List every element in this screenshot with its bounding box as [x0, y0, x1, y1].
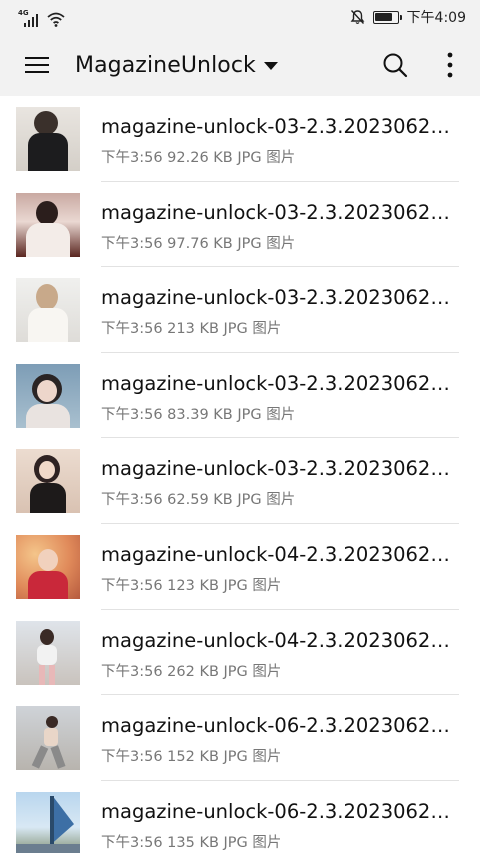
file-thumbnail: [16, 791, 80, 853]
mute-bell-icon: [350, 10, 364, 24]
file-thumbnail: [16, 278, 80, 343]
dropdown-caret-icon: [263, 62, 278, 70]
file-list-item[interactable]: magazine-unlock-03-2.3.2023062906 下午3:56…: [0, 182, 480, 268]
file-meta: 下午3:56 152 KB JPG 图片: [101, 749, 282, 766]
file-name: magazine-unlock-04-2.3.2023062906: [101, 628, 461, 652]
file-name: magazine-unlock-04-2.3.2023062906: [101, 542, 461, 566]
file-meta: 下午3:56 135 KB JPG 图片: [101, 834, 282, 851]
file-thumbnail: [16, 107, 80, 171]
file-list-item[interactable]: magazine-unlock-03-2.3.2023062906 下午3:56…: [0, 267, 480, 353]
status-bar: 4G 下午4:09: [0, 0, 480, 34]
file-name: magazine-unlock-03-2.3.2023062906: [101, 457, 461, 481]
file-meta: 下午3:56 213 KB JPG 图片: [101, 321, 282, 338]
file-list-item[interactable]: magazine-unlock-06-2.3.2023062906 下午3:56…: [0, 695, 480, 781]
file-list-item[interactable]: magazine-unlock-06-2.3.2023062906 下午3:56…: [0, 781, 480, 853]
file-list-item[interactable]: magazine-unlock-03-2.3.2023062906 下午3:56…: [0, 438, 480, 524]
battery-level: [375, 13, 393, 21]
signal-icon: 4G: [18, 9, 42, 27]
file-list-item[interactable]: magazine-unlock-04-2.3.2023062906 下午3:56…: [0, 524, 480, 610]
file-name: magazine-unlock-06-2.3.2023062906: [101, 714, 461, 738]
file-thumbnail: [16, 363, 80, 428]
more-options-button[interactable]: [432, 47, 468, 83]
file-name: magazine-unlock-03-2.3.2023062906: [101, 286, 461, 310]
file-list-item[interactable]: magazine-unlock-04-2.3.2023062906 下午3:56…: [0, 610, 480, 696]
menu-button[interactable]: [14, 45, 60, 85]
more-vert-icon: [447, 52, 453, 78]
file-list-item[interactable]: magazine-unlock-03-2.3.2023062906 下午3:56…: [0, 96, 480, 182]
page-title: MagazineUnlock: [75, 52, 256, 78]
app-bar: MagazineUnlock: [0, 34, 480, 96]
file-thumbnail: [16, 706, 80, 771]
file-list-item[interactable]: magazine-unlock-03-2.3.2023062906 下午3:56…: [0, 353, 480, 439]
menu-icon: [25, 57, 49, 73]
status-left: 4G: [18, 7, 65, 27]
status-time: 下午4:09: [406, 10, 466, 26]
file-name: magazine-unlock-03-2.3.2023062906: [101, 200, 461, 224]
file-thumbnail: [16, 449, 80, 514]
status-right: 下午4:09: [350, 6, 466, 28]
wifi-icon: [47, 12, 65, 27]
file-thumbnail: [16, 192, 80, 257]
file-meta: 下午3:56 92.26 KB JPG 图片: [101, 150, 296, 166]
file-name: magazine-unlock-06-2.3.2023062906: [101, 799, 461, 823]
file-list: magazine-unlock-03-2.3.2023062906 下午3:56…: [0, 96, 480, 853]
file-name: magazine-unlock-03-2.3.2023062906: [101, 115, 461, 138]
search-icon: [383, 53, 408, 78]
battery-icon: [372, 10, 402, 24]
search-button[interactable]: [376, 47, 414, 83]
file-meta: 下午3:56 83.39 KB JPG 图片: [101, 406, 296, 423]
file-meta: 下午3:56 62.59 KB JPG 图片: [101, 492, 296, 509]
file-meta: 下午3:56 123 KB JPG 图片: [101, 577, 282, 594]
file-thumbnail: [16, 534, 80, 599]
file-meta: 下午3:56 262 KB JPG 图片: [101, 663, 282, 680]
file-name: magazine-unlock-03-2.3.2023062906: [101, 371, 461, 395]
file-thumbnail: [16, 620, 80, 685]
folder-selector[interactable]: MagazineUnlock: [75, 48, 278, 82]
file-meta: 下午3:56 97.76 KB JPG 图片: [101, 235, 296, 252]
